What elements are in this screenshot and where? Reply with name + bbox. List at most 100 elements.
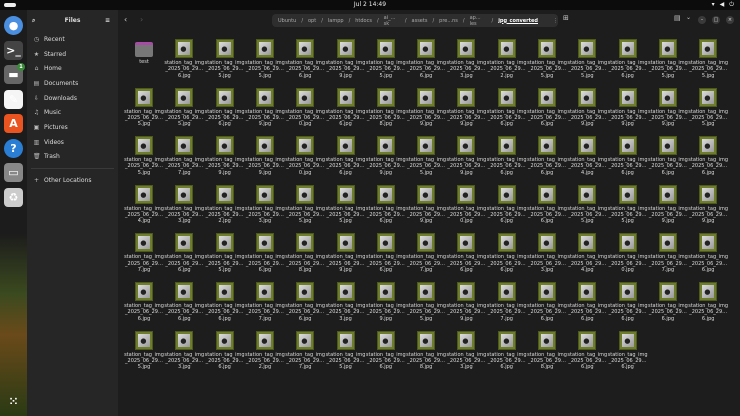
file-item[interactable]: station_tag_img_2025_06_29… 6.jpg bbox=[487, 183, 527, 232]
file-item[interactable]: station_tag_img_2025_06_29… 6.jpg bbox=[164, 231, 204, 280]
file-item[interactable]: station_tag_img_2025_06_29… 5.jpg bbox=[326, 329, 366, 378]
show-apps-icon[interactable]: ⁙ bbox=[4, 392, 23, 411]
search-icon[interactable]: ⌕ bbox=[32, 10, 35, 32]
file-item[interactable]: station_tag_img_2025_06_29… 4.jpg bbox=[567, 231, 607, 280]
dock-terminal-icon[interactable]: >_ bbox=[4, 40, 23, 60]
file-item[interactable]: station_tag_img_2025_06_29… 6.jpg bbox=[205, 329, 245, 378]
file-item[interactable]: station_tag_img_2025_06_29… 5.jpg bbox=[527, 37, 567, 86]
dock-help-icon[interactable]: ? bbox=[4, 138, 23, 158]
file-item[interactable]: station_tag_img_2025_06_29… 6.jpg bbox=[527, 183, 567, 232]
file-item[interactable]: station_tag_img_2025_06_29… 9.jpg bbox=[406, 86, 446, 135]
file-item[interactable]: station_tag_img_2025_06_29… 6.jpg bbox=[487, 86, 527, 135]
path-segment[interactable]: ap... les bbox=[470, 15, 487, 27]
path-segment[interactable]: lampp bbox=[328, 18, 344, 24]
file-item[interactable]: station_tag_img_2025_06_29… 6.jpg bbox=[567, 280, 607, 329]
file-item[interactable]: station_tag_img_2025_06_29… 9.jpg bbox=[608, 86, 648, 135]
dock-files-icon[interactable]: ▬ 1 bbox=[4, 63, 25, 84]
file-item[interactable]: station_tag_img_2025_06_29… 8.jpg bbox=[406, 329, 446, 378]
file-item[interactable]: station_tag_img_2025_06_29… 6.jpg bbox=[648, 134, 688, 183]
file-item[interactable]: station_tag_img_2025_06_29… 9.jpg bbox=[648, 86, 688, 135]
dock-app-center-icon[interactable]: A bbox=[4, 114, 23, 133]
file-item[interactable]: station_tag_img_2025_06_29… 6.jpg bbox=[688, 134, 728, 183]
path-menu-icon[interactable]: ⋮ bbox=[553, 18, 558, 24]
file-item[interactable]: station_tag_img_2025_06_29… 6.jpg bbox=[688, 280, 728, 329]
dock-disk-icon[interactable]: ▭ bbox=[4, 163, 23, 182]
file-item[interactable]: station_tag_img_2025_06_29… 6.jpg bbox=[608, 280, 648, 329]
dock-text-editor-icon[interactable]: ✎ bbox=[4, 89, 23, 109]
file-item[interactable]: station_tag_img_2025_06_29… 9.jpg bbox=[446, 134, 486, 183]
file-item[interactable]: station_tag_img_2025_06_29… 6.jpg bbox=[406, 37, 446, 86]
file-item[interactable]: station_tag_img_2025_06_29… 7.jpg bbox=[164, 134, 204, 183]
file-item[interactable]: station_tag_img_2025_06_29… 9.jpg bbox=[326, 231, 366, 280]
file-item[interactable]: station_tag_img_2025_06_29… 5.jpg bbox=[124, 86, 164, 135]
file-item[interactable]: station_tag_img_2025_06_29… 2.jpg bbox=[205, 183, 245, 232]
file-item[interactable]: station_tag_img_2025_06_29… 3.jpg bbox=[164, 183, 204, 232]
file-item[interactable]: station_tag_img_2025_06_29… 4.jpg bbox=[124, 183, 164, 232]
file-item[interactable]: station_tag_img_2025_06_29… 6.jpg bbox=[527, 86, 567, 135]
file-item[interactable]: station_tag_img_2025_06_29… 3.jpg bbox=[446, 37, 486, 86]
file-item[interactable]: station_tag_img_2025_06_29… 6.jpg bbox=[285, 280, 325, 329]
sidebar-item-home[interactable]: ⌂ Home bbox=[27, 61, 118, 76]
file-item[interactable]: station_tag_img_2025_06_29… 6.jpg bbox=[124, 280, 164, 329]
path-segment[interactable]: htdocs bbox=[355, 18, 372, 24]
file-item[interactable]: station_tag_img_2025_06_29… 5.jpg bbox=[406, 134, 446, 183]
file-item[interactable]: station_tag_img_2025_06_29… 5.jpg bbox=[164, 86, 204, 135]
file-item[interactable]: station_tag_img_2025_06_29… 6.jpg bbox=[366, 183, 406, 232]
file-item[interactable]: station_tag_img_2025_06_29… 2.jpg bbox=[245, 329, 285, 378]
file-item[interactable]: station_tag_img_2025_06_29… 9.jpg bbox=[366, 280, 406, 329]
file-item[interactable]: station_tag_img_2025_06_29… 2.jpg bbox=[487, 37, 527, 86]
file-item[interactable]: station_tag_img_2025_06_29… 6.jpg bbox=[366, 231, 406, 280]
file-item[interactable]: station_tag_img_2025_06_29… 4.jpg bbox=[567, 134, 607, 183]
file-item[interactable]: station_tag_img_2025_06_29… 6.jpg bbox=[527, 134, 567, 183]
forward-button[interactable]: › bbox=[140, 15, 143, 24]
path-segment[interactable]: Ubuntu bbox=[278, 18, 296, 24]
maximize-button[interactable]: □ bbox=[712, 16, 720, 24]
sidebar-item-downloads[interactable]: ⇩ Downloads bbox=[27, 91, 118, 106]
file-item[interactable]: station_tag_img_2025_06_29… 7.jpg bbox=[285, 329, 325, 378]
file-item[interactable]: station_tag_img_2025_06_29… 5.jpg bbox=[406, 280, 446, 329]
sidebar-item-recent[interactable]: ◷ Recent bbox=[27, 32, 118, 47]
dock-chrome-icon[interactable]: ● bbox=[4, 16, 23, 35]
path-current[interactable]: jpg_converted bbox=[498, 18, 538, 24]
sidebar-item-videos[interactable]: ▥ Videos bbox=[27, 135, 118, 150]
file-item[interactable]: station_tag_img_2025_06_29… 6.jpg bbox=[487, 134, 527, 183]
file-item[interactable]: station_tag_img_2025_06_29… 9.jpg bbox=[446, 280, 486, 329]
file-item[interactable]: station_tag_img_2025_06_29… 5.jpg bbox=[285, 183, 325, 232]
view-options-chevron-icon[interactable]: ⌄ bbox=[686, 14, 691, 21]
file-item[interactable]: station_tag_img_2025_06_29… 6.jpg bbox=[487, 231, 527, 280]
file-item[interactable]: station_tag_img_2025_06_29… 6.jpg bbox=[688, 231, 728, 280]
system-tray[interactable]: ▾ ◀ ⏻ bbox=[712, 1, 734, 9]
file-item[interactable]: station_tag_img_2025_06_29… 9.jpg bbox=[648, 183, 688, 232]
close-button[interactable]: × bbox=[726, 16, 734, 24]
view-toggle-icon[interactable]: ▤ bbox=[674, 14, 681, 22]
file-item[interactable]: station_tag_img_2025_06_29… 9.jpg bbox=[688, 183, 728, 232]
file-item[interactable]: station_tag_img_2025_06_29… 9.jpg bbox=[205, 134, 245, 183]
file-item[interactable]: station_tag_img_2025_06_29… 5.jpg bbox=[366, 37, 406, 86]
file-item[interactable]: station_tag_img_2025_06_29… 3.jpg bbox=[446, 329, 486, 378]
file-item[interactable]: station_tag_img_2025_06_29… 5.jpg bbox=[326, 183, 366, 232]
sidebar-item-trash[interactable]: 🗑 Trash bbox=[27, 150, 118, 165]
sidebar-item-pictures[interactable]: ▣ Pictures bbox=[27, 120, 118, 135]
file-item[interactable]: station_tag_img_2025_06_29… 8.jpg bbox=[527, 329, 567, 378]
path-segment[interactable]: ai_... sk bbox=[384, 15, 400, 27]
file-item[interactable]: station_tag_img_2025_06_29… 9.jpg bbox=[245, 134, 285, 183]
clock[interactable]: Jul 2 14:49 bbox=[0, 1, 740, 8]
file-item[interactable]: station_tag_img_2025_06_29… 0.jpg bbox=[285, 134, 325, 183]
file-item[interactable]: station_tag_img_2025_06_29… 6.jpg bbox=[164, 37, 204, 86]
file-item[interactable]: station_tag_img_2025_06_29… 6.jpg bbox=[285, 37, 325, 86]
path-segment[interactable]: opt bbox=[308, 18, 316, 24]
file-item[interactable]: station_tag_img_2025_06_29… 9.jpg bbox=[567, 86, 607, 135]
file-item[interactable]: station_tag_img_2025_06_29… 6.jpg bbox=[205, 86, 245, 135]
file-item[interactable]: station_tag_img_2025_06_29… 9.jpg bbox=[366, 134, 406, 183]
file-item[interactable]: station_tag_img_2025_06_29… 7.jpg bbox=[487, 280, 527, 329]
file-item[interactable]: station_tag_img_2025_06_29… 3.jpg bbox=[326, 280, 366, 329]
file-item[interactable]: station_tag_img_2025_06_29… 5.jpg bbox=[124, 329, 164, 378]
file-item[interactable]: station_tag_img_2025_06_29… 6.jpg bbox=[446, 231, 486, 280]
file-item[interactable]: station_tag_img_2025_06_29… 9.jpg bbox=[406, 183, 446, 232]
minimize-button[interactable]: – bbox=[698, 16, 706, 24]
menu-icon[interactable]: ≡ bbox=[105, 10, 110, 32]
sidebar-item-other-locations[interactable]: + Other Locations bbox=[27, 173, 118, 188]
back-button[interactable]: ‹ bbox=[124, 15, 127, 24]
file-item[interactable]: station_tag_img_2025_06_29… 5.jpg bbox=[688, 86, 728, 135]
file-item[interactable]: station_tag_img_2025_06_29… 7.jpg bbox=[124, 231, 164, 280]
